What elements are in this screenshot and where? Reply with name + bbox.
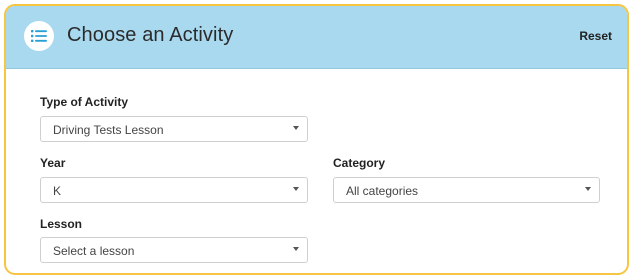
choose-activity-panel: Choose an Activity Reset Type of Activit… [4,4,629,275]
chevron-down-icon [293,247,299,251]
lesson-select[interactable]: Select a lesson [40,237,308,263]
type-of-activity-label: Type of Activity [40,95,129,109]
list-icon [24,21,54,51]
chevron-down-icon [293,126,299,130]
year-label: Year [40,156,66,170]
chevron-down-icon [293,187,299,191]
category-label: Category [333,156,386,170]
year-select[interactable]: K [40,177,308,203]
reset-button[interactable]: Reset [579,29,612,43]
panel-header: Choose an Activity Reset [6,6,627,69]
type-of-activity-value: Driving Tests Lesson [53,123,164,137]
category-value: All categories [346,184,419,198]
chevron-down-icon [585,187,591,191]
category-select[interactable]: All categories [333,177,600,203]
lesson-value: Select a lesson [53,244,135,258]
year-value: K [53,184,62,198]
type-of-activity-select[interactable]: Driving Tests Lesson [40,116,308,142]
lesson-label: Lesson [40,217,83,231]
panel-title: Choose an Activity [67,24,234,46]
